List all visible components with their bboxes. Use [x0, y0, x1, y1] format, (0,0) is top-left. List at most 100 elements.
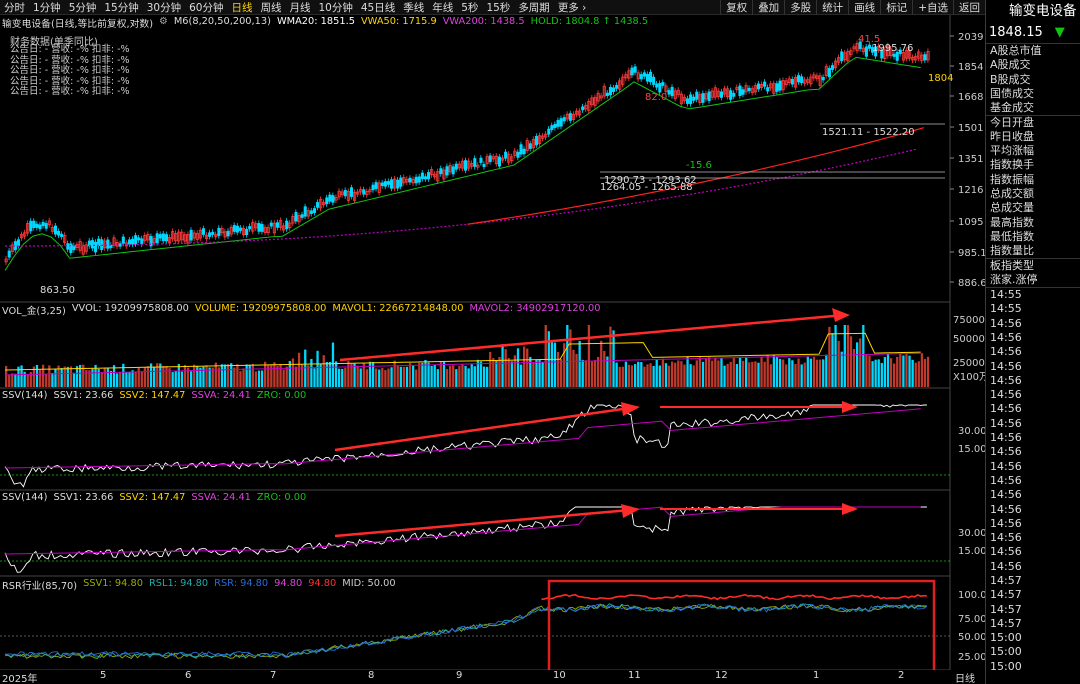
volume-bar	[822, 359, 825, 387]
candle-body	[821, 76, 825, 81]
y-tick-label: 2039	[958, 32, 983, 43]
period-tab[interactable]: 季线	[399, 0, 428, 15]
volume-bar	[612, 330, 615, 387]
period-tab[interactable]: 年线	[428, 0, 457, 15]
candle-body	[652, 76, 656, 85]
volume-bar	[273, 362, 276, 387]
tick-row: 14:57	[990, 616, 1022, 630]
tick-row: 14:56	[990, 502, 1022, 516]
period-tab[interactable]: 5分钟	[65, 0, 101, 15]
volume-bar	[322, 355, 325, 387]
volume-bar	[239, 371, 242, 387]
volume-bar	[467, 368, 470, 387]
volume-bar	[375, 368, 378, 387]
volume-bar	[316, 350, 319, 387]
volume-bar	[590, 361, 594, 387]
quote-field: 指数量比	[990, 244, 1034, 258]
toolbar-button[interactable]: 复权	[720, 0, 752, 15]
candle-body	[325, 197, 329, 205]
period-tab[interactable]: 45日线	[357, 0, 399, 15]
period-tab[interactable]: 60分钟	[185, 0, 227, 15]
volume-bar	[655, 359, 658, 387]
period-tab[interactable]: 5秒	[457, 0, 482, 15]
period-tab[interactable]: 多周期	[514, 0, 554, 15]
tick-row: 14:57	[990, 573, 1022, 587]
volume-bar	[20, 365, 23, 387]
candle-body	[414, 176, 418, 184]
period-tab[interactable]: 15秒	[482, 0, 514, 15]
volume-bar	[254, 371, 258, 387]
vol-y-tick: 25000	[953, 358, 985, 369]
tick-row: 15:00	[990, 631, 1022, 645]
annotation-low: 863.50	[40, 285, 75, 296]
volume-bar	[751, 361, 754, 387]
toolbar-button[interactable]: 画线	[848, 0, 880, 15]
candle-body	[522, 148, 526, 155]
period-tab[interactable]: 10分钟	[315, 0, 357, 15]
volume-bar	[193, 364, 196, 387]
volume-bar	[418, 362, 421, 387]
volume-bar	[331, 342, 335, 387]
volume-bar	[553, 342, 557, 387]
settings-icon[interactable]: ⚙	[159, 16, 168, 29]
arrow-head-icon	[842, 503, 858, 515]
period-tab[interactable]: 更多 ›	[554, 0, 591, 15]
volume-bar	[560, 359, 563, 387]
toolbar-button[interactable]: +自选	[912, 0, 953, 15]
volume-bar	[735, 364, 739, 387]
volume-bar	[66, 366, 69, 387]
toolbar-button[interactable]: 标记	[880, 0, 912, 15]
main-chart-title: 输变电设备(日线,等比前复权,对数)	[2, 19, 154, 30]
volume-bar	[140, 371, 143, 387]
ssv-y-tick: 30.00	[958, 426, 985, 437]
volume-bar	[35, 364, 39, 387]
period-tab[interactable]: 日线	[228, 0, 257, 15]
period-tab[interactable]: 15分钟	[100, 0, 142, 15]
candle-body	[269, 222, 273, 227]
volume-bar	[146, 366, 150, 387]
toolbar-button[interactable]: 多股	[784, 0, 816, 15]
index-price: 1848.15 ▼	[986, 22, 1080, 44]
volume-bar	[134, 371, 137, 387]
chart-canvas[interactable]: 2039185416681501135112161095985.1886.641…	[0, 15, 985, 670]
volume-bar	[427, 362, 430, 387]
candle-body	[827, 68, 831, 78]
toolbar-button[interactable]: 统计	[816, 0, 848, 15]
period-tab[interactable]: 30分钟	[143, 0, 185, 15]
volume-bar	[97, 368, 100, 387]
ssv-y-tick: 30.00	[958, 528, 985, 539]
toolbar-button[interactable]: 返回	[953, 0, 985, 15]
tick-row: 14:57	[990, 602, 1022, 616]
period-tab[interactable]: 周线	[257, 0, 286, 15]
volume-bar	[51, 372, 54, 387]
tick-times[interactable]: 14:55 14:55 14:56 14:56 14:56 14:56 14:56 14:56…	[986, 287, 1080, 674]
chart-area[interactable]: 2039 1854 1668 1501 1351 1216 1095 985.1 886.6 41…	[0, 15, 985, 670]
x-axis-label: 9	[456, 670, 463, 681]
candle-body	[331, 195, 335, 203]
volume-bar	[433, 365, 436, 387]
candle-body	[800, 76, 804, 83]
volume-bar	[458, 366, 461, 387]
period-tab[interactable]: 1分钟	[29, 0, 65, 15]
period-tab[interactable]: 月线	[286, 0, 315, 15]
volume-bar	[868, 355, 871, 387]
rsr-y-tick: 100.0	[958, 590, 985, 601]
candle-body	[445, 166, 449, 176]
candle-body	[275, 222, 280, 228]
volume-bar	[911, 359, 914, 387]
candle-body	[534, 136, 539, 146]
volume-bar	[449, 365, 452, 387]
volume-bar	[356, 365, 359, 387]
volume-bar	[106, 367, 110, 387]
volume-bar	[806, 356, 809, 387]
ssva-value: SSVA: 24.41	[191, 492, 251, 503]
volume-bar	[42, 364, 45, 387]
toolbar-button[interactable]: 叠加	[752, 0, 784, 15]
period-tab[interactable]: 分时	[0, 0, 29, 15]
volume-bar	[726, 363, 729, 387]
volume-bar	[378, 369, 381, 387]
candle-body	[343, 189, 347, 197]
volume-bar	[8, 374, 11, 387]
volume-bar	[60, 367, 63, 387]
candle-body	[553, 124, 557, 128]
